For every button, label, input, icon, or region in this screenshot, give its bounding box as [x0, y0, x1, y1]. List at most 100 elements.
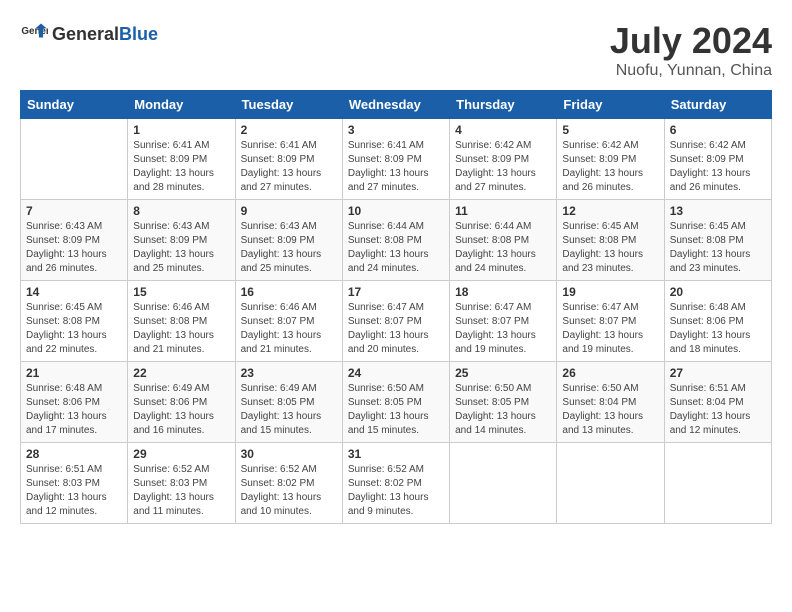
day-info: Sunrise: 6:52 AM Sunset: 8:02 PM Dayligh… — [348, 463, 444, 519]
day-info: Sunrise: 6:41 AM Sunset: 8:09 PM Dayligh… — [133, 139, 229, 195]
calendar-day-cell: 9 Sunrise: 6:43 AM Sunset: 8:09 PM Dayli… — [235, 200, 342, 281]
daylight-text: Daylight: 13 hours and 19 minutes. — [455, 330, 536, 355]
sunrise-text: Sunrise: 6:52 AM — [133, 464, 209, 475]
day-number: 19 — [562, 285, 658, 299]
day-info: Sunrise: 6:45 AM Sunset: 8:08 PM Dayligh… — [562, 220, 658, 276]
sunrise-text: Sunrise: 6:41 AM — [241, 140, 317, 151]
sunrise-text: Sunrise: 6:50 AM — [455, 383, 531, 394]
calendar-day-cell: 22 Sunrise: 6:49 AM Sunset: 8:06 PM Dayl… — [128, 362, 235, 443]
daylight-text: Daylight: 13 hours and 27 minutes. — [455, 168, 536, 193]
sunset-text: Sunset: 8:07 PM — [348, 316, 422, 327]
logo-general: General — [52, 24, 119, 44]
calendar-day-cell: 25 Sunrise: 6:50 AM Sunset: 8:05 PM Dayl… — [450, 362, 557, 443]
daylight-text: Daylight: 13 hours and 26 minutes. — [26, 249, 107, 274]
calendar-day-cell: 16 Sunrise: 6:46 AM Sunset: 8:07 PM Dayl… — [235, 281, 342, 362]
month-title: July 2024 — [610, 20, 772, 62]
sunrise-text: Sunrise: 6:48 AM — [670, 302, 746, 313]
sunset-text: Sunset: 8:06 PM — [133, 397, 207, 408]
calendar-day-cell: 12 Sunrise: 6:45 AM Sunset: 8:08 PM Dayl… — [557, 200, 664, 281]
day-info: Sunrise: 6:42 AM Sunset: 8:09 PM Dayligh… — [670, 139, 766, 195]
day-number: 30 — [241, 447, 337, 461]
day-number: 18 — [455, 285, 551, 299]
daylight-text: Daylight: 13 hours and 23 minutes. — [670, 249, 751, 274]
calendar-day-cell: 19 Sunrise: 6:47 AM Sunset: 8:07 PM Dayl… — [557, 281, 664, 362]
calendar-day-cell: 21 Sunrise: 6:48 AM Sunset: 8:06 PM Dayl… — [21, 362, 128, 443]
sunrise-text: Sunrise: 6:41 AM — [348, 140, 424, 151]
sunrise-text: Sunrise: 6:47 AM — [455, 302, 531, 313]
calendar-day-cell: 27 Sunrise: 6:51 AM Sunset: 8:04 PM Dayl… — [664, 362, 771, 443]
day-number: 4 — [455, 123, 551, 137]
weekday-header: Saturday — [664, 91, 771, 119]
calendar-week-row: 28 Sunrise: 6:51 AM Sunset: 8:03 PM Dayl… — [21, 443, 772, 524]
sunset-text: Sunset: 8:09 PM — [26, 235, 100, 246]
day-number: 13 — [670, 204, 766, 218]
calendar-day-cell: 18 Sunrise: 6:47 AM Sunset: 8:07 PM Dayl… — [450, 281, 557, 362]
sunset-text: Sunset: 8:06 PM — [26, 397, 100, 408]
day-number: 23 — [241, 366, 337, 380]
sunrise-text: Sunrise: 6:42 AM — [670, 140, 746, 151]
day-info: Sunrise: 6:42 AM Sunset: 8:09 PM Dayligh… — [455, 139, 551, 195]
day-number: 28 — [26, 447, 122, 461]
day-info: Sunrise: 6:44 AM Sunset: 8:08 PM Dayligh… — [455, 220, 551, 276]
day-number: 22 — [133, 366, 229, 380]
daylight-text: Daylight: 13 hours and 21 minutes. — [133, 330, 214, 355]
daylight-text: Daylight: 13 hours and 15 minutes. — [348, 411, 429, 436]
sunset-text: Sunset: 8:06 PM — [670, 316, 744, 327]
day-number: 6 — [670, 123, 766, 137]
calendar-day-cell — [450, 443, 557, 524]
day-info: Sunrise: 6:46 AM Sunset: 8:08 PM Dayligh… — [133, 301, 229, 357]
day-number: 12 — [562, 204, 658, 218]
calendar-day-cell: 20 Sunrise: 6:48 AM Sunset: 8:06 PM Dayl… — [664, 281, 771, 362]
daylight-text: Daylight: 13 hours and 23 minutes. — [562, 249, 643, 274]
day-number: 20 — [670, 285, 766, 299]
calendar-day-cell: 5 Sunrise: 6:42 AM Sunset: 8:09 PM Dayli… — [557, 119, 664, 200]
sunrise-text: Sunrise: 6:44 AM — [455, 221, 531, 232]
day-info: Sunrise: 6:46 AM Sunset: 8:07 PM Dayligh… — [241, 301, 337, 357]
sunset-text: Sunset: 8:08 PM — [133, 316, 207, 327]
calendar-week-row: 14 Sunrise: 6:45 AM Sunset: 8:08 PM Dayl… — [21, 281, 772, 362]
calendar-day-cell: 4 Sunrise: 6:42 AM Sunset: 8:09 PM Dayli… — [450, 119, 557, 200]
day-info: Sunrise: 6:48 AM Sunset: 8:06 PM Dayligh… — [670, 301, 766, 357]
sunset-text: Sunset: 8:09 PM — [133, 235, 207, 246]
day-number: 15 — [133, 285, 229, 299]
calendar-table: SundayMondayTuesdayWednesdayThursdayFrid… — [20, 90, 772, 524]
sunrise-text: Sunrise: 6:42 AM — [455, 140, 531, 151]
sunset-text: Sunset: 8:07 PM — [562, 316, 636, 327]
sunset-text: Sunset: 8:09 PM — [670, 154, 744, 165]
calendar-day-cell: 6 Sunrise: 6:42 AM Sunset: 8:09 PM Dayli… — [664, 119, 771, 200]
calendar-week-row: 7 Sunrise: 6:43 AM Sunset: 8:09 PM Dayli… — [21, 200, 772, 281]
day-number: 25 — [455, 366, 551, 380]
calendar-day-cell: 14 Sunrise: 6:45 AM Sunset: 8:08 PM Dayl… — [21, 281, 128, 362]
daylight-text: Daylight: 13 hours and 27 minutes. — [348, 168, 429, 193]
calendar-day-cell: 31 Sunrise: 6:52 AM Sunset: 8:02 PM Dayl… — [342, 443, 449, 524]
calendar-day-cell: 26 Sunrise: 6:50 AM Sunset: 8:04 PM Dayl… — [557, 362, 664, 443]
calendar-week-row: 21 Sunrise: 6:48 AM Sunset: 8:06 PM Dayl… — [21, 362, 772, 443]
sunset-text: Sunset: 8:09 PM — [241, 235, 315, 246]
daylight-text: Daylight: 13 hours and 13 minutes. — [562, 411, 643, 436]
sunrise-text: Sunrise: 6:50 AM — [348, 383, 424, 394]
daylight-text: Daylight: 13 hours and 12 minutes. — [670, 411, 751, 436]
calendar-day-cell: 3 Sunrise: 6:41 AM Sunset: 8:09 PM Dayli… — [342, 119, 449, 200]
day-number: 5 — [562, 123, 658, 137]
sunrise-text: Sunrise: 6:46 AM — [241, 302, 317, 313]
day-info: Sunrise: 6:42 AM Sunset: 8:09 PM Dayligh… — [562, 139, 658, 195]
day-number: 21 — [26, 366, 122, 380]
calendar-day-cell — [664, 443, 771, 524]
sunrise-text: Sunrise: 6:51 AM — [26, 464, 102, 475]
daylight-text: Daylight: 13 hours and 11 minutes. — [133, 492, 214, 517]
day-number: 16 — [241, 285, 337, 299]
day-number: 14 — [26, 285, 122, 299]
weekday-header: Tuesday — [235, 91, 342, 119]
sunset-text: Sunset: 8:07 PM — [241, 316, 315, 327]
sunrise-text: Sunrise: 6:44 AM — [348, 221, 424, 232]
daylight-text: Daylight: 13 hours and 25 minutes. — [241, 249, 322, 274]
sunset-text: Sunset: 8:04 PM — [562, 397, 636, 408]
day-number: 11 — [455, 204, 551, 218]
sunset-text: Sunset: 8:08 PM — [562, 235, 636, 246]
calendar-day-cell: 30 Sunrise: 6:52 AM Sunset: 8:02 PM Dayl… — [235, 443, 342, 524]
calendar-day-cell — [21, 119, 128, 200]
sunrise-text: Sunrise: 6:43 AM — [26, 221, 102, 232]
sunset-text: Sunset: 8:08 PM — [348, 235, 422, 246]
sunrise-text: Sunrise: 6:42 AM — [562, 140, 638, 151]
logo-blue: Blue — [119, 24, 158, 44]
